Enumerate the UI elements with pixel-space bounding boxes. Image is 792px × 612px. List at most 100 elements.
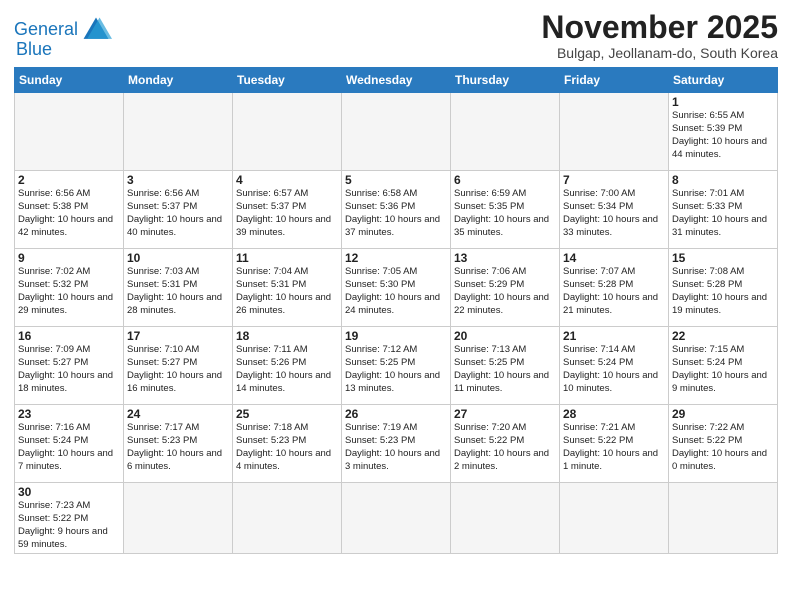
table-row: 19Sunrise: 7:12 AM Sunset: 5:25 PM Dayli…: [342, 327, 451, 405]
table-row: 11Sunrise: 7:04 AM Sunset: 5:31 PM Dayli…: [233, 249, 342, 327]
day-number: 4: [236, 173, 338, 187]
table-row: [233, 93, 342, 171]
day-info: Sunrise: 7:05 AM Sunset: 5:30 PM Dayligh…: [345, 266, 447, 317]
day-info: Sunrise: 7:16 AM Sunset: 5:24 PM Dayligh…: [18, 422, 120, 473]
day-info: Sunrise: 6:55 AM Sunset: 5:39 PM Dayligh…: [672, 110, 774, 161]
col-monday: Monday: [124, 68, 233, 93]
day-number: 9: [18, 251, 120, 265]
day-info: Sunrise: 7:09 AM Sunset: 5:27 PM Dayligh…: [18, 344, 120, 395]
col-friday: Friday: [560, 68, 669, 93]
table-row: 27Sunrise: 7:20 AM Sunset: 5:22 PM Dayli…: [451, 405, 560, 483]
table-row: 8Sunrise: 7:01 AM Sunset: 5:33 PM Daylig…: [669, 171, 778, 249]
day-number: 30: [18, 485, 120, 499]
table-row: 1Sunrise: 6:55 AM Sunset: 5:39 PM Daylig…: [669, 93, 778, 171]
table-row: 7Sunrise: 7:00 AM Sunset: 5:34 PM Daylig…: [560, 171, 669, 249]
table-row: 28Sunrise: 7:21 AM Sunset: 5:22 PM Dayli…: [560, 405, 669, 483]
day-number: 11: [236, 251, 338, 265]
day-number: 6: [454, 173, 556, 187]
table-row: [233, 483, 342, 554]
day-info: Sunrise: 7:06 AM Sunset: 5:29 PM Dayligh…: [454, 266, 556, 317]
day-info: Sunrise: 6:58 AM Sunset: 5:36 PM Dayligh…: [345, 188, 447, 239]
table-row: 29Sunrise: 7:22 AM Sunset: 5:22 PM Dayli…: [669, 405, 778, 483]
month-title: November 2025: [541, 10, 778, 45]
day-number: 21: [563, 329, 665, 343]
day-number: 14: [563, 251, 665, 265]
table-row: 20Sunrise: 7:13 AM Sunset: 5:25 PM Dayli…: [451, 327, 560, 405]
calendar-header-row: Sunday Monday Tuesday Wednesday Thursday…: [15, 68, 778, 93]
day-number: 27: [454, 407, 556, 421]
day-info: Sunrise: 7:12 AM Sunset: 5:25 PM Dayligh…: [345, 344, 447, 395]
table-row: 21Sunrise: 7:14 AM Sunset: 5:24 PM Dayli…: [560, 327, 669, 405]
logo: General Blue: [14, 14, 112, 60]
table-row: [560, 483, 669, 554]
table-row: [451, 483, 560, 554]
day-info: Sunrise: 6:57 AM Sunset: 5:37 PM Dayligh…: [236, 188, 338, 239]
day-number: 5: [345, 173, 447, 187]
day-number: 29: [672, 407, 774, 421]
day-number: 23: [18, 407, 120, 421]
table-row: 24Sunrise: 7:17 AM Sunset: 5:23 PM Dayli…: [124, 405, 233, 483]
col-sunday: Sunday: [15, 68, 124, 93]
day-number: 1: [672, 95, 774, 109]
page: General Blue November 2025 Bulgap, Jeoll…: [0, 0, 792, 612]
day-number: 25: [236, 407, 338, 421]
logo-blue: Blue: [16, 40, 52, 60]
table-row: 14Sunrise: 7:07 AM Sunset: 5:28 PM Dayli…: [560, 249, 669, 327]
header: General Blue November 2025 Bulgap, Jeoll…: [14, 10, 778, 61]
day-number: 12: [345, 251, 447, 265]
day-info: Sunrise: 6:56 AM Sunset: 5:37 PM Dayligh…: [127, 188, 229, 239]
day-number: 13: [454, 251, 556, 265]
day-info: Sunrise: 6:59 AM Sunset: 5:35 PM Dayligh…: [454, 188, 556, 239]
col-thursday: Thursday: [451, 68, 560, 93]
day-number: 22: [672, 329, 774, 343]
col-saturday: Saturday: [669, 68, 778, 93]
day-number: 16: [18, 329, 120, 343]
day-info: Sunrise: 7:17 AM Sunset: 5:23 PM Dayligh…: [127, 422, 229, 473]
day-number: 17: [127, 329, 229, 343]
table-row: 2Sunrise: 6:56 AM Sunset: 5:38 PM Daylig…: [15, 171, 124, 249]
day-info: Sunrise: 7:18 AM Sunset: 5:23 PM Dayligh…: [236, 422, 338, 473]
table-row: 9Sunrise: 7:02 AM Sunset: 5:32 PM Daylig…: [15, 249, 124, 327]
table-row: 3Sunrise: 6:56 AM Sunset: 5:37 PM Daylig…: [124, 171, 233, 249]
table-row: 6Sunrise: 6:59 AM Sunset: 5:35 PM Daylig…: [451, 171, 560, 249]
day-info: Sunrise: 7:10 AM Sunset: 5:27 PM Dayligh…: [127, 344, 229, 395]
day-info: Sunrise: 7:03 AM Sunset: 5:31 PM Dayligh…: [127, 266, 229, 317]
day-number: 20: [454, 329, 556, 343]
day-info: Sunrise: 6:56 AM Sunset: 5:38 PM Dayligh…: [18, 188, 120, 239]
table-row: [342, 483, 451, 554]
day-number: 18: [236, 329, 338, 343]
day-number: 10: [127, 251, 229, 265]
day-info: Sunrise: 7:23 AM Sunset: 5:22 PM Dayligh…: [18, 500, 120, 551]
day-info: Sunrise: 7:08 AM Sunset: 5:28 PM Dayligh…: [672, 266, 774, 317]
col-tuesday: Tuesday: [233, 68, 342, 93]
calendar: Sunday Monday Tuesday Wednesday Thursday…: [14, 67, 778, 554]
table-row: 26Sunrise: 7:19 AM Sunset: 5:23 PM Dayli…: [342, 405, 451, 483]
day-info: Sunrise: 7:07 AM Sunset: 5:28 PM Dayligh…: [563, 266, 665, 317]
day-number: 19: [345, 329, 447, 343]
table-row: 16Sunrise: 7:09 AM Sunset: 5:27 PM Dayli…: [15, 327, 124, 405]
day-info: Sunrise: 7:04 AM Sunset: 5:31 PM Dayligh…: [236, 266, 338, 317]
subtitle: Bulgap, Jeollanam-do, South Korea: [541, 45, 778, 61]
table-row: 22Sunrise: 7:15 AM Sunset: 5:24 PM Dayli…: [669, 327, 778, 405]
day-number: 26: [345, 407, 447, 421]
day-info: Sunrise: 7:13 AM Sunset: 5:25 PM Dayligh…: [454, 344, 556, 395]
day-number: 3: [127, 173, 229, 187]
day-info: Sunrise: 7:01 AM Sunset: 5:33 PM Dayligh…: [672, 188, 774, 239]
day-info: Sunrise: 7:21 AM Sunset: 5:22 PM Dayligh…: [563, 422, 665, 473]
day-info: Sunrise: 7:20 AM Sunset: 5:22 PM Dayligh…: [454, 422, 556, 473]
day-number: 8: [672, 173, 774, 187]
table-row: [342, 93, 451, 171]
table-row: [15, 93, 124, 171]
table-row: 15Sunrise: 7:08 AM Sunset: 5:28 PM Dayli…: [669, 249, 778, 327]
table-row: 30Sunrise: 7:23 AM Sunset: 5:22 PM Dayli…: [15, 483, 124, 554]
table-row: 25Sunrise: 7:18 AM Sunset: 5:23 PM Dayli…: [233, 405, 342, 483]
day-info: Sunrise: 7:14 AM Sunset: 5:24 PM Dayligh…: [563, 344, 665, 395]
day-info: Sunrise: 7:19 AM Sunset: 5:23 PM Dayligh…: [345, 422, 447, 473]
col-wednesday: Wednesday: [342, 68, 451, 93]
day-number: 28: [563, 407, 665, 421]
table-row: [124, 483, 233, 554]
table-row: 23Sunrise: 7:16 AM Sunset: 5:24 PM Dayli…: [15, 405, 124, 483]
table-row: 18Sunrise: 7:11 AM Sunset: 5:26 PM Dayli…: [233, 327, 342, 405]
table-row: 5Sunrise: 6:58 AM Sunset: 5:36 PM Daylig…: [342, 171, 451, 249]
day-info: Sunrise: 7:15 AM Sunset: 5:24 PM Dayligh…: [672, 344, 774, 395]
